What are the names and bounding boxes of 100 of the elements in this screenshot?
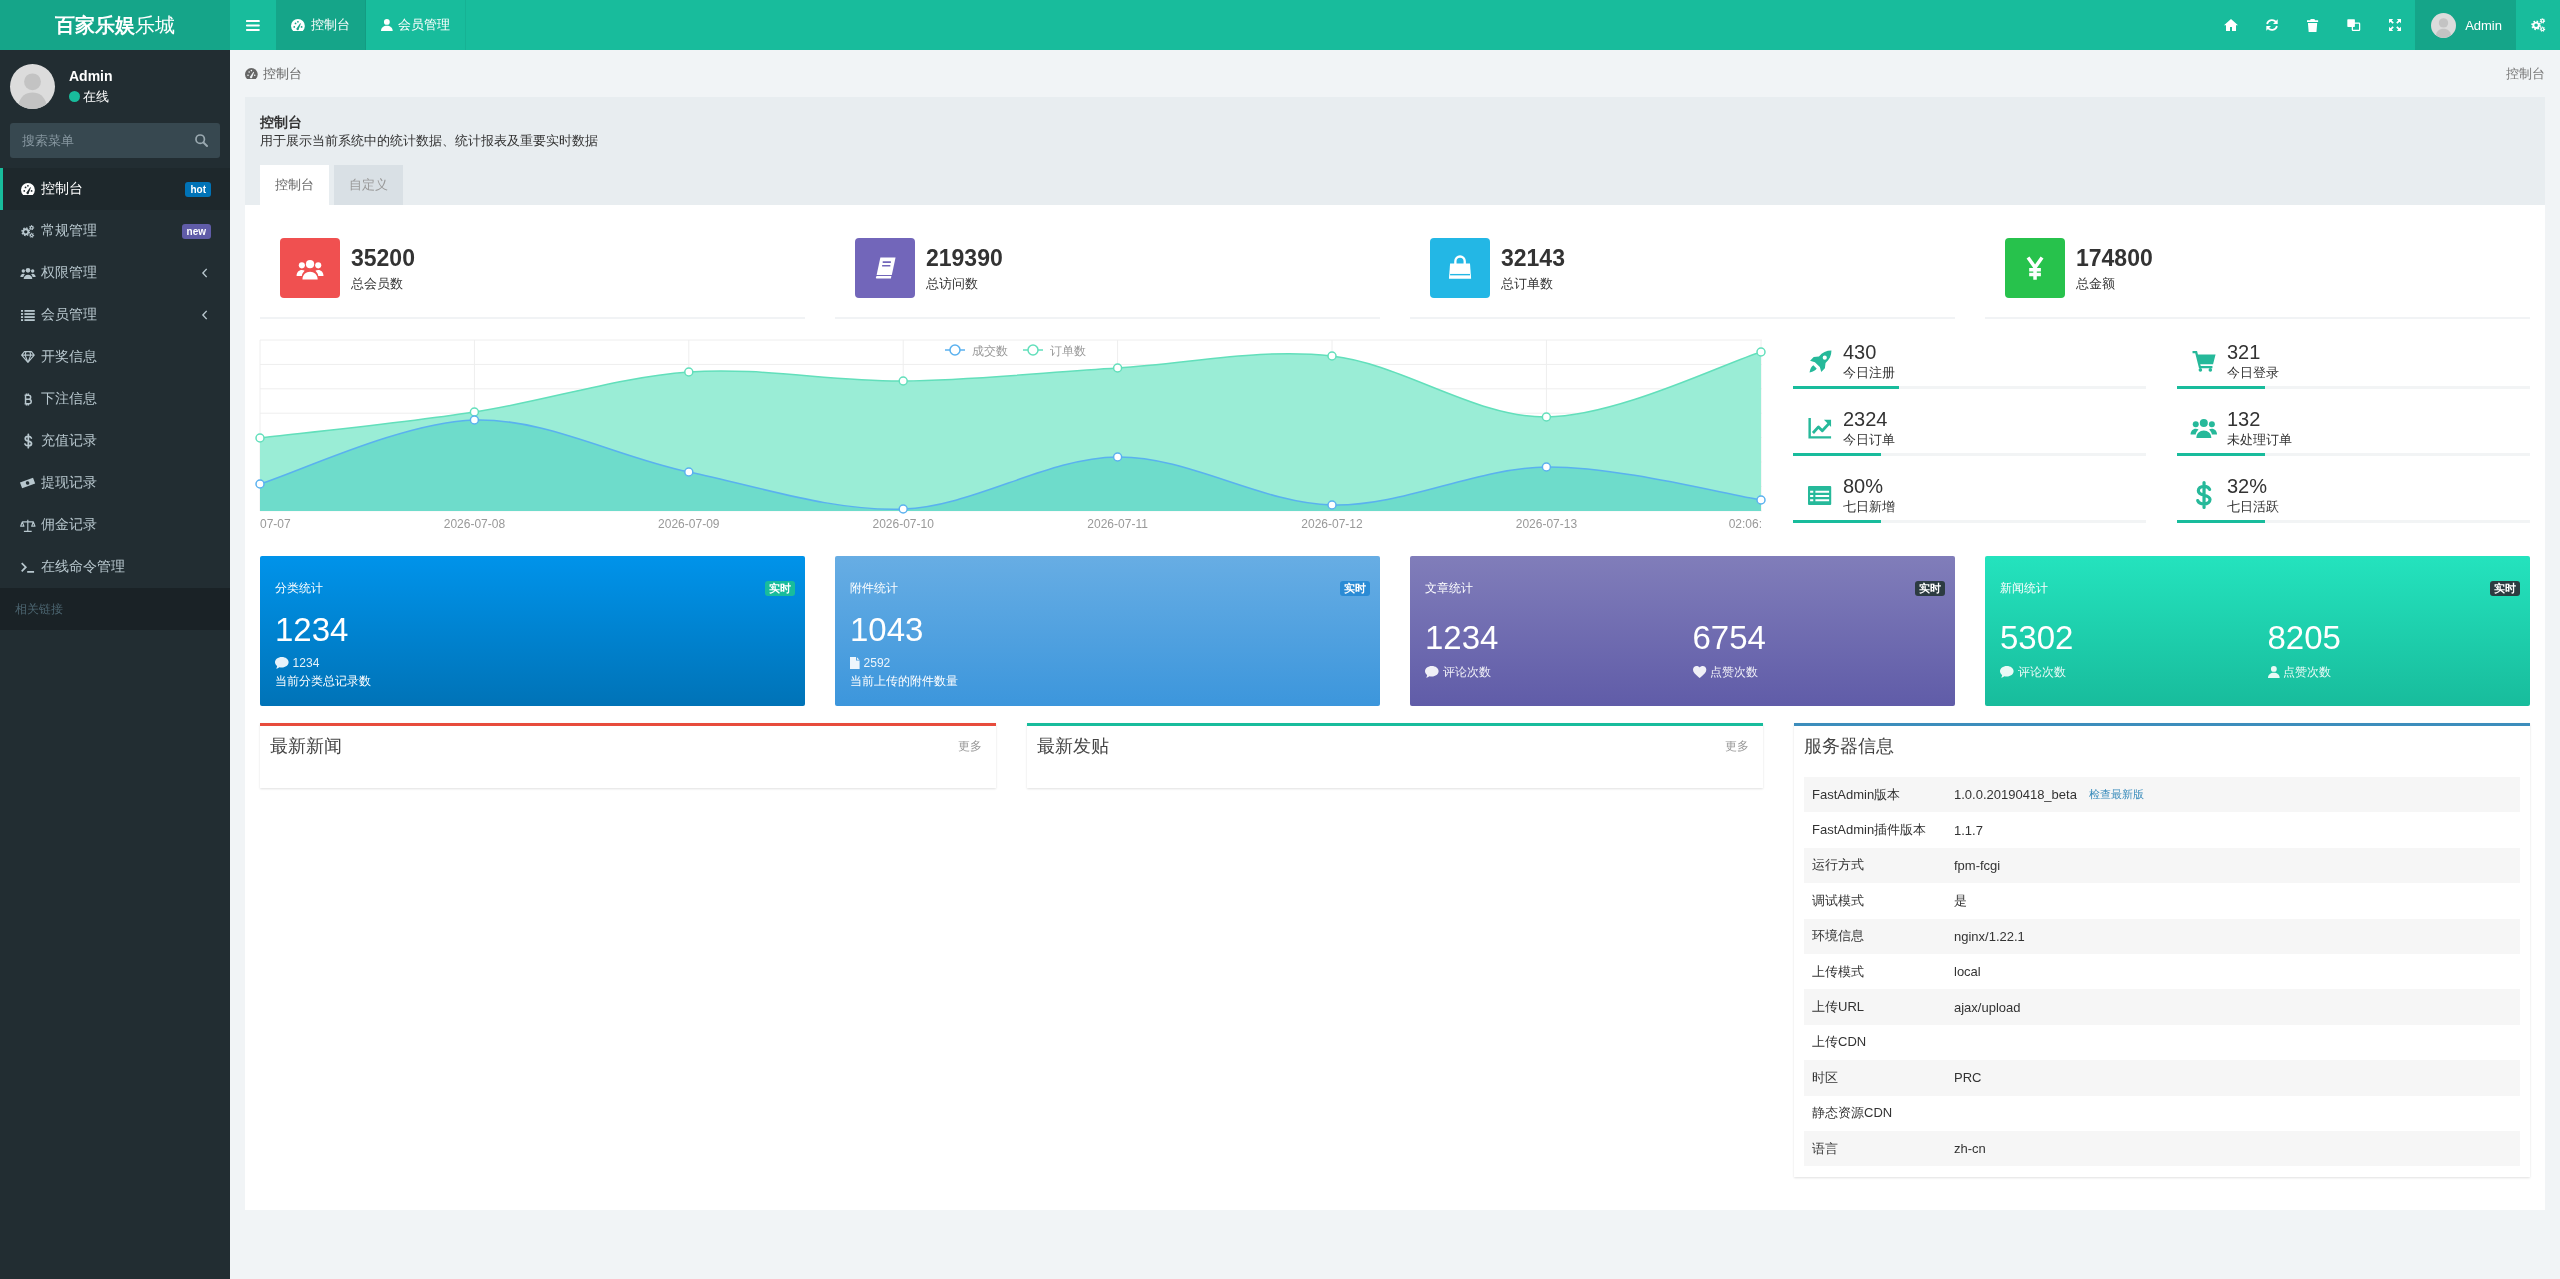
menu-item[interactable]: 控制台 hot <box>0 168 230 210</box>
stat-label: 七日活跃 <box>2227 498 2279 516</box>
overlapping-squares-icon[interactable] <box>2347 19 2361 31</box>
user-name: Admin <box>69 66 113 86</box>
deals-point <box>898 504 908 514</box>
gears-icon[interactable] <box>2530 18 2546 32</box>
avatar-icon <box>10 63 55 109</box>
menu-item[interactable]: 提现记录 <box>0 462 230 504</box>
gears-icon <box>21 224 35 238</box>
card-value: 1234 <box>275 610 350 650</box>
info-value: 1.1.7 <box>1954 822 1983 838</box>
info-label: 语言 <box>1812 1139 1838 1158</box>
search-icon <box>195 134 208 147</box>
orders-point <box>1112 363 1123 373</box>
card-detail: 评论次数 <box>2017 664 2066 681</box>
terminal-icon <box>21 561 35 573</box>
info-value: PRC <box>1954 1070 1982 1086</box>
stat-label: 今日注册 <box>1843 364 1895 382</box>
orders-point <box>469 407 480 417</box>
stat-label: 未处理订单 <box>2227 431 2292 449</box>
stat-label: 总访问数 <box>926 275 979 293</box>
axis-label: 2026-07-12 <box>1301 517 1363 531</box>
stat-value: 430 <box>1843 340 1878 364</box>
users-icon <box>20 267 36 279</box>
tab[interactable]: 控制台 <box>260 165 329 205</box>
live-badge: 实时 <box>2490 580 2520 596</box>
user-status: 在线 <box>83 87 109 106</box>
menu-badge: hot <box>185 181 211 197</box>
menu-item[interactable]: 佣金记录 <box>0 504 230 546</box>
stat-label: 今日订单 <box>1843 431 1895 449</box>
scale-icon <box>20 518 36 532</box>
info-value: ajax/upload <box>1954 999 2021 1015</box>
card-detail: 点赞次数 <box>1709 664 1758 681</box>
dollar-icon <box>2195 482 2213 508</box>
heart-icon <box>1692 666 1706 678</box>
dollar-icon <box>23 434 33 448</box>
info-label: 运行方式 <box>1812 856 1864 875</box>
stat-value: 219390 <box>926 244 1003 272</box>
deals-point <box>1112 452 1123 462</box>
gauge-icon <box>21 183 35 195</box>
search-field[interactable]: 搜索菜单 <box>10 123 220 158</box>
deals-point <box>255 479 265 489</box>
expand-icon[interactable] <box>2388 19 2401 31</box>
menu-icon[interactable] <box>246 19 260 31</box>
axis-label: 2026-07-09 <box>658 517 720 531</box>
stat-value: 80% <box>1843 474 1885 498</box>
users-icon <box>2190 418 2218 438</box>
card-detail: 2592 <box>863 655 891 672</box>
live-badge: 实时 <box>1340 580 1370 596</box>
info-label: 静态资源CDN <box>1812 1104 1893 1123</box>
card-value: 5302 <box>2000 618 2075 658</box>
file-icon <box>850 657 860 669</box>
card-detail: 评论次数 <box>1442 664 1491 681</box>
deals-point <box>469 415 480 425</box>
panel-title: 控制台 <box>260 113 303 132</box>
breadcrumb-link[interactable]: 控制台 <box>245 64 302 83</box>
deals-point <box>1327 500 1337 510</box>
deals-point <box>684 467 694 477</box>
stat-value: 321 <box>2227 340 2262 364</box>
line-chart-icon <box>1807 417 1833 439</box>
info-value: 是 <box>1954 891 1967 910</box>
user-icon <box>380 19 393 31</box>
info-value: nginx/1.22.1 <box>1954 928 2025 944</box>
legend-marker-icon[interactable] <box>1022 344 1044 356</box>
card-note: 当前上传的附件数量 <box>850 673 959 690</box>
menu-item[interactable]: 会员管理 <box>0 294 230 336</box>
menu-badge: new <box>181 223 211 239</box>
card-detail: 点赞次数 <box>2283 664 2332 681</box>
menu-item[interactable]: 常规管理 new <box>0 210 230 252</box>
cart-icon <box>2191 350 2217 372</box>
live-badge: 实时 <box>765 580 795 596</box>
trash-icon[interactable] <box>2307 18 2319 32</box>
stat-value: 32143 <box>1501 244 1565 272</box>
gauge-icon <box>245 68 258 79</box>
box-title: 服务器信息 <box>1804 735 1894 758</box>
legend-marker-icon[interactable] <box>944 344 966 356</box>
comment-icon <box>1425 666 1439 678</box>
info-label: 上传模式 <box>1812 962 1864 981</box>
info-value: zh-cn <box>1954 1141 1986 1157</box>
stat-label: 总订单数 <box>1501 275 1554 293</box>
menu-item[interactable]: 开奖信息 <box>0 336 230 378</box>
home-icon[interactable] <box>2223 19 2238 31</box>
menu-item[interactable]: 在线命令管理 <box>0 546 230 588</box>
panel-description: 用于展示当前系统中的统计数据、统计报表及重要实时数据 <box>260 132 599 150</box>
stat-label: 总金额 <box>2076 275 2116 293</box>
refresh-icon[interactable] <box>2265 19 2278 31</box>
axis-label: 2026-07-13 <box>1515 517 1578 531</box>
check-update-link[interactable]: 检查最新版 <box>2088 787 2144 803</box>
orders-point <box>684 367 694 377</box>
bitcoin-icon <box>23 392 32 406</box>
stat-value: 174800 <box>2076 244 2153 272</box>
table-icon <box>1808 485 1832 505</box>
comment-icon <box>275 657 289 669</box>
rocket-icon <box>1808 349 1832 373</box>
card-note: 当前分类总记录数 <box>275 673 372 690</box>
menu-item[interactable]: 充值记录 <box>0 420 230 462</box>
live-badge: 实时 <box>1915 580 1945 596</box>
menu-item[interactable]: 下注信息 <box>0 378 230 420</box>
menu-item[interactable]: 权限管理 <box>0 252 230 294</box>
axis-label: 2026-07-08 <box>443 517 506 531</box>
